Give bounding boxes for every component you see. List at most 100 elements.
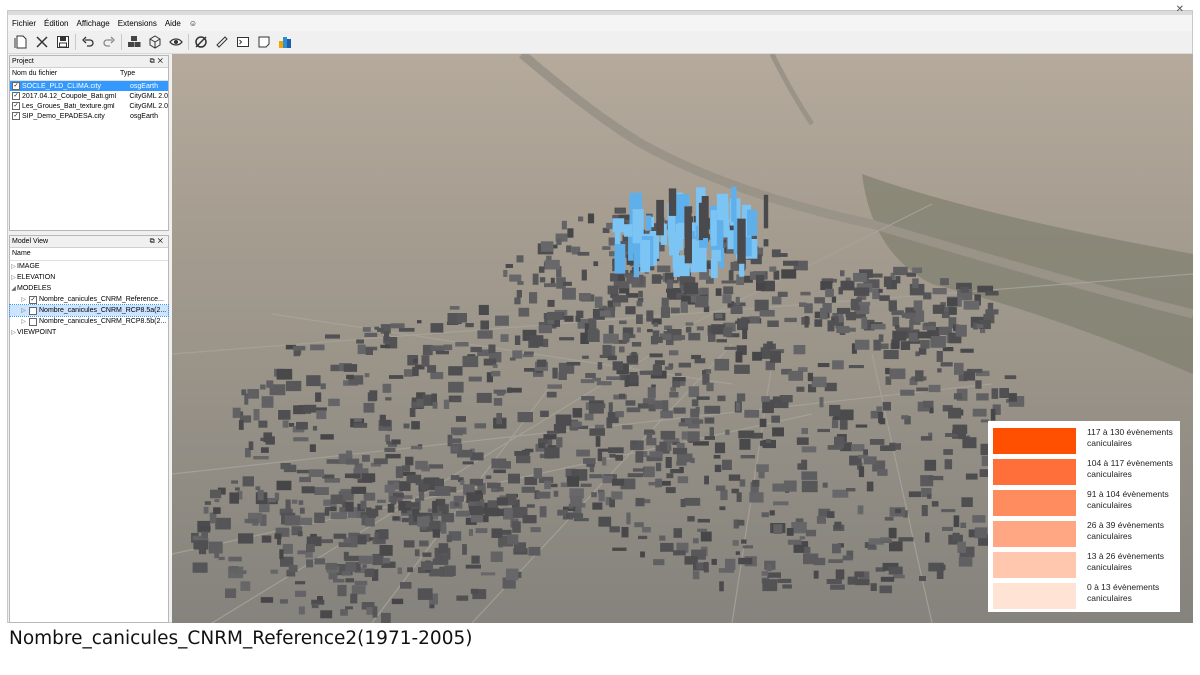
project-file-row[interactable]: ✓ SIP_Demo_EPADESA.city osgEarth [10,111,168,121]
building [659,535,666,541]
building [735,320,744,324]
building [814,297,825,304]
satellite-icon[interactable] [192,33,210,51]
building [772,427,784,437]
building [632,468,646,472]
menu-aide[interactable]: Aide [161,19,185,28]
legend-item: 13 à 26 évènements caniculaires [993,551,1173,580]
building [941,509,956,513]
building [476,392,492,403]
building [462,544,467,555]
building [832,543,841,554]
building [615,411,624,418]
file-checkbox[interactable]: ✓ [12,92,20,100]
column-nom-du-fichier[interactable]: Nom du fichier [10,68,120,80]
building [274,492,280,501]
building [571,421,582,428]
project-file-row[interactable]: ✓ 2017.04.12_Coupole_Bati.gml CityGML 2.0 [10,91,168,101]
layer-checkbox[interactable]: ✓ [29,295,37,304]
tree-item-label: IMAGE [17,263,40,270]
legend-item: 0 à 13 évènements caniculaires [993,582,1173,611]
redo-icon[interactable] [100,33,118,51]
smiley-icon[interactable]: ☺ [185,19,201,28]
building [801,480,818,493]
close-icon[interactable] [33,33,51,51]
building [672,335,686,340]
building [920,339,930,349]
building [870,323,886,330]
building [796,437,809,445]
window-close-icon[interactable]: ✕ [1176,4,1184,15]
building [432,401,438,409]
building [901,415,909,420]
building [344,555,360,561]
building [340,609,348,616]
menu-edition[interactable]: Édition [40,19,72,28]
building [204,501,211,505]
file-checkbox[interactable]: ✓ [12,82,20,90]
tree-item-modeles[interactable]: ◢ MODELES [10,283,168,294]
building [208,541,223,554]
file-checkbox[interactable]: ✓ [12,102,20,110]
ruler-icon[interactable] [213,33,231,51]
building [990,408,996,421]
building [432,558,449,565]
menu-extensions[interactable]: Extensions [114,19,161,28]
save-icon[interactable] [54,33,72,51]
expand-arrow-icon[interactable]: ▷ [10,263,17,270]
building [517,281,524,285]
menu-fichier[interactable]: Fichier [8,19,40,28]
new-file-icon[interactable] [12,33,30,51]
legend-label: 26 à 39 évènements caniculaires [1087,520,1165,541]
undo-icon[interactable] [79,33,97,51]
project-file-row[interactable]: ✓ SOCLE_PLD_CLIMA.city osgEarth [10,81,168,91]
expand-arrow-icon[interactable]: ▷ [10,274,17,281]
column-name[interactable]: Name [10,248,31,260]
expand-arrow-icon[interactable]: ▷ [20,296,27,303]
building [214,499,220,503]
building [688,332,701,341]
building [912,278,919,289]
building [940,564,946,571]
building [242,476,254,487]
console-icon[interactable] [234,33,252,51]
expand-arrow-icon[interactable]: ▷ [20,318,27,325]
note-icon[interactable] [255,33,273,51]
tree-item-elevation[interactable]: ▷ ELEVATION [10,272,168,283]
panel-float-close-icons[interactable]: ⧉✕ [150,56,166,67]
menu-affichage[interactable]: Affichage [72,19,113,28]
building [493,398,503,406]
building [832,360,844,370]
tree-item-viewpoint[interactable]: ▷ VIEWPOINT [10,327,168,338]
layer-checkbox[interactable] [29,306,37,315]
building [503,507,514,520]
building [576,449,590,457]
model-layer-row[interactable]: ▷ ✓ Nombre_canicules_CNRM_Reference... [10,294,168,305]
chart-icon[interactable] [276,33,294,51]
cube-icon[interactable] [146,33,164,51]
collapse-arrow-icon[interactable]: ◢ [10,285,17,292]
building [263,432,273,443]
layer-checkbox[interactable] [29,317,37,326]
expand-arrow-icon[interactable]: ▷ [10,329,17,336]
file-checkbox[interactable]: ✓ [12,112,20,120]
project-column-headers: Nom du fichier Type [10,68,168,81]
eye-icon[interactable] [167,33,185,51]
building [257,489,264,501]
building [644,429,654,433]
building [738,430,755,439]
panel-float-close-icons[interactable]: ⧉✕ [150,236,166,247]
project-file-row[interactable]: ✓ Les_Groues_Bati_texture.gml CityGML 2.0 [10,101,168,111]
expand-arrow-icon[interactable]: ▷ [20,307,27,314]
model-layer-row[interactable]: ▷ Nombre_canicules_CNRM_RCP8.5b(2... [10,316,168,327]
tree-item-image[interactable]: ▷ IMAGE [10,261,168,272]
building [676,442,685,448]
model-layer-row[interactable]: ▷ Nombre_canicules_CNRM_RCP8.5a(2... [9,304,169,317]
map-3d-viewport[interactable]: 117 à 130 évènements caniculaires 104 à 1… [172,54,1193,623]
building [673,528,682,538]
column-type[interactable]: Type [120,68,135,80]
building [807,372,813,382]
building [688,386,700,398]
building [508,473,520,484]
cubes-icon[interactable] [125,33,143,51]
